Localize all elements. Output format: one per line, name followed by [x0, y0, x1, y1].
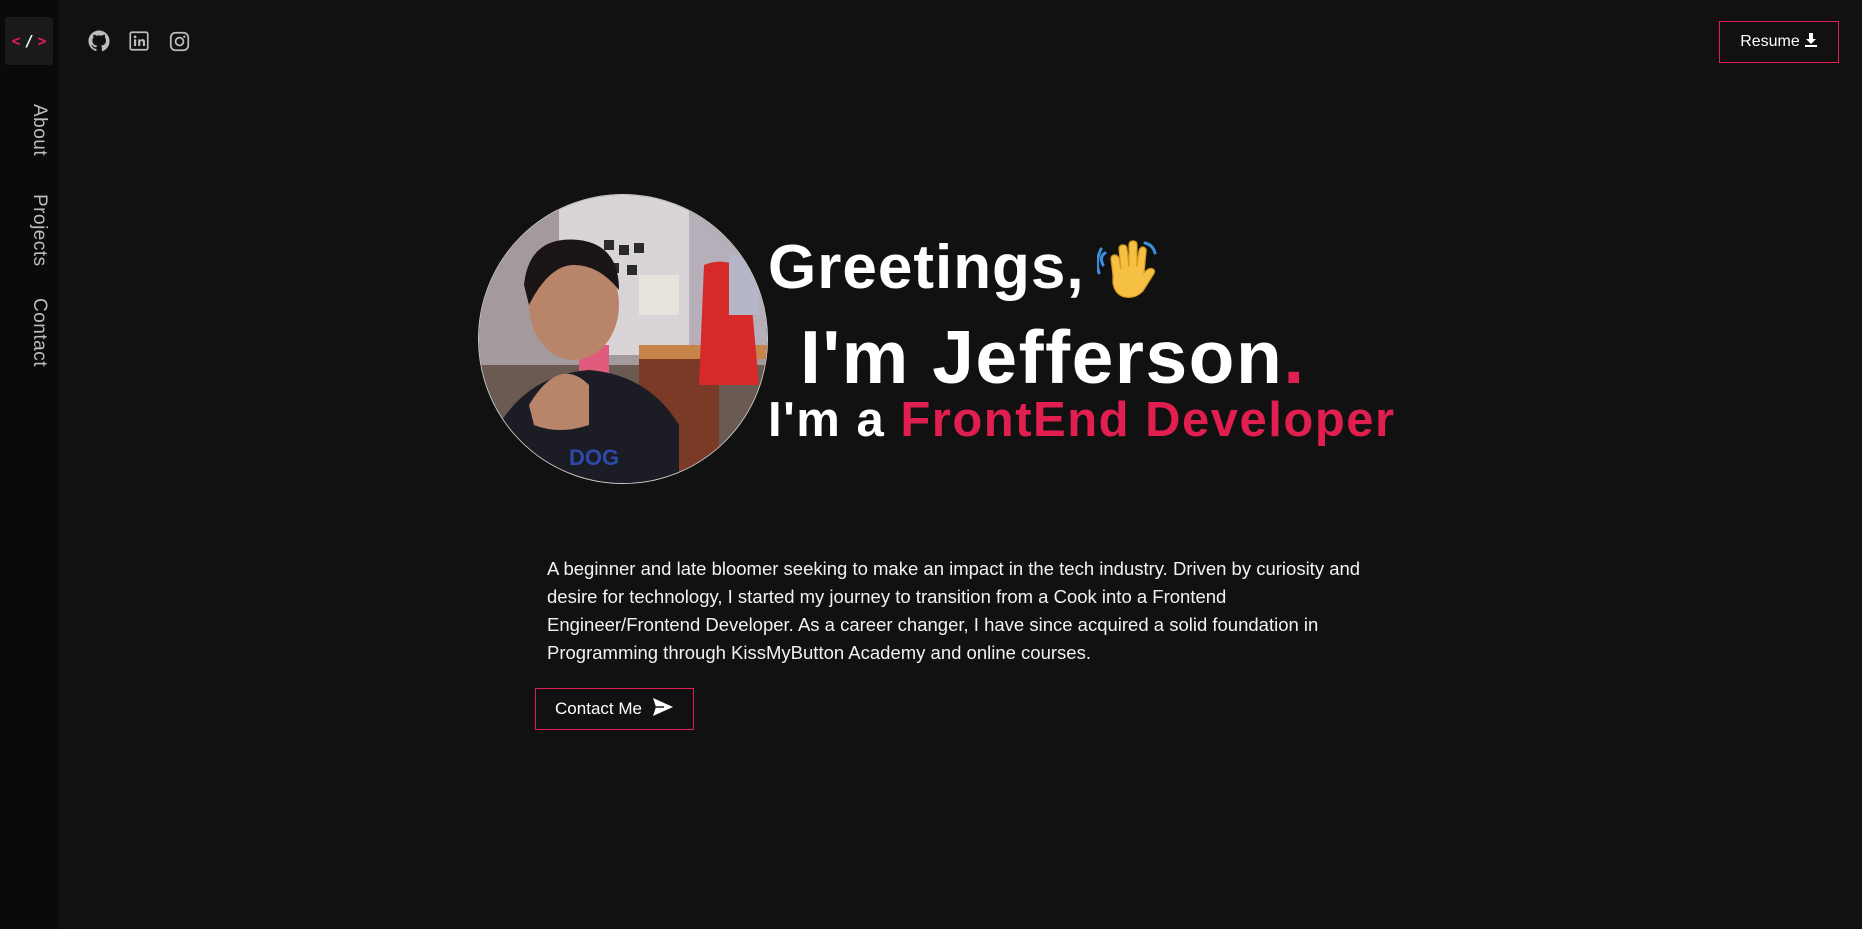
role-prefix: I'm a	[768, 393, 886, 447]
name-dot: .	[1283, 315, 1306, 399]
svg-text:DOG: DOG	[569, 445, 619, 470]
greeting-text: Greetings,	[768, 233, 1085, 302]
waving-hand-icon	[1095, 235, 1163, 301]
name-heading: I'm Jefferson.	[800, 314, 1306, 400]
nav-item-projects[interactable]: Projects	[28, 194, 50, 267]
name-text: I'm Jefferson	[800, 315, 1284, 399]
logo[interactable]: < / >	[5, 17, 53, 65]
role-heading: I'm a FrontEnd Developer	[768, 392, 1396, 448]
send-icon	[652, 697, 674, 722]
contact-label: Contact Me	[555, 699, 642, 718]
profile-photo: DOG	[478, 194, 768, 484]
nav-item-about[interactable]: About	[28, 104, 50, 156]
nav-item-contact[interactable]: Contact	[28, 298, 50, 367]
logo-slash: /	[24, 32, 34, 50]
linkedin-icon[interactable]	[128, 30, 150, 52]
download-icon	[1804, 32, 1818, 53]
bio-paragraph: A beginner and late bloomer seeking to m…	[547, 558, 1361, 663]
sidebar: < / > About Projects Contact	[0, 0, 59, 929]
logo-left-bracket: <	[11, 32, 21, 50]
instagram-icon[interactable]	[168, 30, 190, 52]
greeting-heading: Greetings,	[768, 232, 1163, 303]
resume-button[interactable]: Resume	[1719, 21, 1839, 63]
resume-label: Resume	[1740, 33, 1800, 50]
logo-right-bracket: >	[37, 32, 47, 50]
contact-me-button[interactable]: Contact Me	[535, 688, 694, 730]
github-icon[interactable]	[88, 30, 110, 52]
role-title: FrontEnd Developer	[900, 393, 1396, 447]
